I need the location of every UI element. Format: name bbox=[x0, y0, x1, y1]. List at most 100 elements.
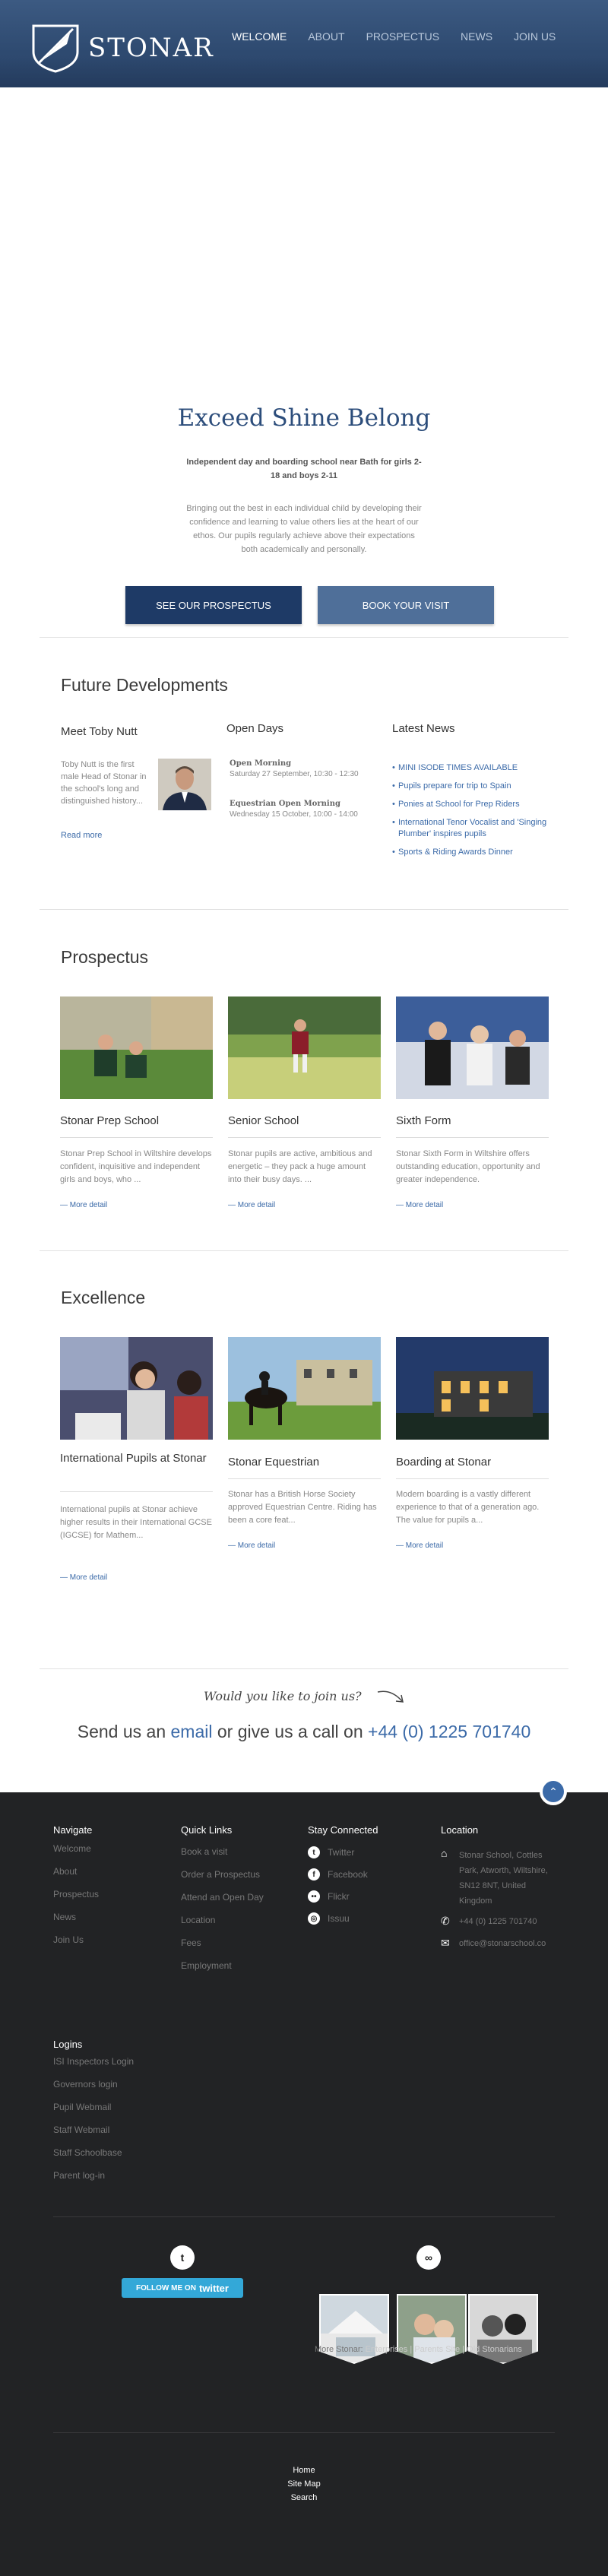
latest-news-list: • MINI ISODE TIMES AVAILABLE • Pupils prep… bbox=[392, 762, 556, 865]
equestrian-image[interactable] bbox=[228, 1337, 381, 1440]
card-title[interactable]: Sixth Form bbox=[396, 1111, 549, 1131]
footer-link[interactable]: News bbox=[53, 1912, 76, 1922]
footer-quick-links-heading: Quick Links bbox=[181, 1824, 233, 1836]
footer-link[interactable]: Fees bbox=[181, 1938, 201, 1948]
card-divider bbox=[228, 1478, 381, 1479]
footer-phone[interactable]: +44 (0) 1225 701740 bbox=[459, 1917, 537, 1926]
news-item[interactable]: • MINI ISODE TIMES AVAILABLE bbox=[392, 762, 556, 774]
social-label: Twitter bbox=[328, 1847, 355, 1858]
see-prospectus-button[interactable]: SEE OUR PROSPECTUS bbox=[125, 586, 302, 624]
footer-divider bbox=[53, 2216, 555, 2217]
follow-on-twitter-button[interactable]: FOLLOW ME ON twitter bbox=[122, 2278, 243, 2298]
card-title[interactable]: International Pupils at Stonar bbox=[60, 1449, 213, 1469]
site-logo[interactable]: STONAR bbox=[29, 21, 214, 74]
footer-link[interactable]: Attend an Open Day bbox=[181, 1892, 264, 1903]
footer-sitemap-link[interactable]: Site Map bbox=[0, 2479, 608, 2489]
card-divider bbox=[396, 1478, 549, 1479]
footer-link[interactable]: About bbox=[53, 1866, 77, 1877]
footer-link[interactable]: ISI Inspectors Login bbox=[53, 2056, 134, 2067]
senior-school-image[interactable] bbox=[228, 996, 381, 1099]
bullet-icon: • bbox=[392, 800, 395, 809]
social-issuu[interactable]: ◎ Issuu bbox=[308, 1912, 350, 1925]
news-item-label: Pupils prepare for trip to Spain bbox=[398, 781, 511, 791]
email-link[interactable]: email bbox=[171, 1722, 213, 1741]
bullet-icon: • bbox=[392, 848, 395, 857]
social-twitter[interactable]: t Twitter bbox=[308, 1846, 354, 1858]
more-stonar-links: More Stonar: Enterprises | Parents Site … bbox=[315, 2345, 522, 2354]
latest-news-heading: Latest News bbox=[392, 722, 455, 735]
boarding-image[interactable] bbox=[396, 1337, 549, 1440]
card-text: Modern boarding is a vastly different ex… bbox=[396, 1490, 540, 1525]
footer-link[interactable]: Staff Schoolbase bbox=[53, 2147, 122, 2158]
card-title[interactable]: Stonar Equestrian bbox=[228, 1453, 381, 1472]
footer-link[interactable]: Order a Prospectus bbox=[181, 1869, 260, 1880]
card-title[interactable]: Stonar Prep School bbox=[60, 1111, 213, 1131]
event-name: Equestrian Open Morning bbox=[230, 800, 340, 808]
nav-welcome[interactable]: WELCOME bbox=[232, 30, 287, 43]
book-visit-button[interactable]: BOOK YOUR VISIT bbox=[318, 586, 494, 624]
footer-link[interactable]: Welcome bbox=[53, 1843, 91, 1854]
event-equestrian-open-morning: Equestrian Open Morning Wednesday 15 Oct… bbox=[230, 799, 382, 820]
footer-location-heading: Location bbox=[441, 1824, 479, 1836]
footer-link[interactable]: Prospectus bbox=[53, 1889, 99, 1900]
toby-nutt-photo bbox=[158, 759, 211, 810]
footer-link[interactable]: Staff Webmail bbox=[53, 2124, 109, 2135]
link-circle-icon[interactable]: ∞ bbox=[416, 2245, 441, 2270]
toby-read-more-link[interactable]: Read more bbox=[61, 831, 102, 840]
footer-link[interactable]: Book a visit bbox=[181, 1846, 227, 1857]
news-item[interactable]: • Pupils prepare for trip to Spain bbox=[392, 781, 556, 792]
follow-brand: twitter bbox=[198, 2282, 229, 2294]
footer-link[interactable]: Parent log-in bbox=[53, 2170, 105, 2181]
dash-icon: — bbox=[228, 1201, 238, 1209]
international-pupils-image[interactable] bbox=[60, 1337, 213, 1440]
news-item[interactable]: • International Tenor Vocalist and 'Singi… bbox=[392, 817, 556, 840]
more-detail-link[interactable]: — More detail bbox=[228, 1201, 275, 1209]
phone-link[interactable]: +44 (0) 1225 701740 bbox=[368, 1722, 530, 1741]
card-title[interactable]: Boarding at Stonar bbox=[396, 1453, 549, 1472]
footer-link[interactable]: Location bbox=[181, 1915, 215, 1925]
divider bbox=[40, 1250, 568, 1251]
card-divider bbox=[60, 1491, 213, 1492]
more-detail-link[interactable]: — More detail bbox=[228, 1541, 275, 1550]
footer-link[interactable]: Pupil Webmail bbox=[53, 2102, 111, 2112]
social-facebook[interactable]: f Facebook bbox=[308, 1868, 368, 1881]
twitter-icon: t bbox=[308, 1846, 320, 1858]
more-detail-link[interactable]: — More detail bbox=[396, 1201, 443, 1209]
future-developments-title: Future Developments bbox=[61, 675, 228, 695]
sixth-form-image[interactable] bbox=[396, 996, 549, 1099]
more-detail-link[interactable]: — More detail bbox=[60, 1201, 107, 1209]
more-detail-label: More detail bbox=[405, 1201, 444, 1209]
more-stonar-link-list[interactable]: Enterprises | Parents Site | Old Stonari… bbox=[366, 2345, 522, 2354]
main-nav: WELCOME ABOUT PROSPECTUS NEWS JOIN US bbox=[232, 30, 577, 43]
news-item[interactable]: • Sports & Riding Awards Dinner bbox=[392, 847, 556, 858]
bullet-icon: • bbox=[392, 781, 395, 791]
news-item-label: Ponies at School for Prep Riders bbox=[398, 800, 520, 809]
toby-text: Toby Nutt is the first male Head of Ston… bbox=[61, 760, 147, 806]
footer-home-link[interactable]: Home bbox=[0, 2466, 608, 2475]
hero-body: Bringing out the best in each individual… bbox=[186, 504, 422, 554]
news-item-label: Sports & Riding Awards Dinner bbox=[398, 848, 513, 857]
scroll-to-top-button[interactable]: ⌃ bbox=[540, 1778, 567, 1805]
news-item-label: International Tenor Vocalist and 'Singin… bbox=[398, 818, 547, 838]
more-detail-link[interactable]: — More detail bbox=[60, 1573, 107, 1582]
nav-news[interactable]: NEWS bbox=[461, 30, 492, 43]
footer-link[interactable]: Employment bbox=[181, 1960, 232, 1971]
more-detail-label: More detail bbox=[405, 1541, 444, 1550]
footer-link[interactable]: Governors login bbox=[53, 2079, 118, 2090]
card-title[interactable]: Senior School bbox=[228, 1111, 381, 1131]
nav-about[interactable]: ABOUT bbox=[308, 30, 344, 43]
more-detail-link[interactable]: — More detail bbox=[396, 1541, 443, 1550]
news-item[interactable]: • Ponies at School for Prep Riders bbox=[392, 799, 556, 810]
card-text: Stonar Sixth Form in Wiltshire offers ou… bbox=[396, 1149, 540, 1184]
nav-join-us[interactable]: JOIN US bbox=[514, 30, 556, 43]
card-divider bbox=[396, 1137, 549, 1138]
dash-icon: — bbox=[60, 1201, 70, 1209]
social-flickr[interactable]: •• Flickr bbox=[308, 1890, 350, 1903]
footer-email[interactable]: office@stonarschool.co bbox=[459, 1939, 555, 1948]
nav-prospectus[interactable]: PROSPECTUS bbox=[366, 30, 439, 43]
footer-search-link[interactable]: Search bbox=[0, 2493, 608, 2502]
twitter-circle-icon[interactable]: t bbox=[170, 2245, 195, 2270]
prep-school-image[interactable] bbox=[60, 996, 213, 1099]
footer-link[interactable]: Join Us bbox=[53, 1934, 84, 1945]
more-detail-label: More detail bbox=[69, 1573, 108, 1582]
